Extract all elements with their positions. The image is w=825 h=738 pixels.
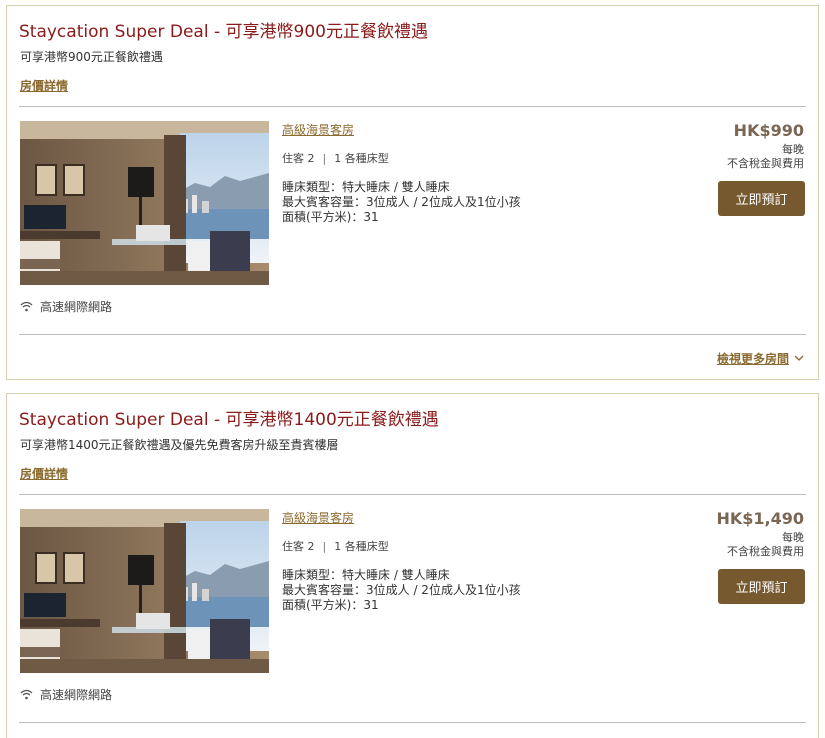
tax-note: 不含稅金與費用 (727, 545, 804, 558)
amenity-item: 高速網際網路 (20, 298, 112, 315)
room-area: 面積(平方米)：31 (282, 598, 379, 612)
room-photo[interactable] (20, 509, 269, 673)
room-area: 面積(平方米)：31 (282, 210, 379, 224)
room-photo[interactable] (20, 121, 269, 285)
wifi-icon (20, 301, 33, 312)
view-more-rooms-link[interactable]: 檢視更多房間 (717, 350, 804, 367)
amenity-label: 高速網際網路 (40, 300, 113, 314)
room-price: HK$1,490 (716, 509, 804, 528)
bed-count: 1 各種床型 (334, 540, 389, 553)
bed-count: 1 各種床型 (334, 152, 389, 165)
view-more-rooms-label: 檢視更多房間 (716, 352, 789, 366)
separator: | (322, 540, 327, 553)
amenity-label: 高速網際網路 (40, 688, 113, 702)
offer-title: Staycation Super Deal - 可享港幣1400元正餐飲禮遇 (19, 410, 439, 430)
divider (19, 494, 806, 495)
guests-count: 住客 2 (282, 152, 315, 165)
offer-card: Staycation Super Deal - 可享港幣900元正餐飲禮遇 可享… (6, 5, 819, 380)
book-now-button[interactable]: 立即預訂 (718, 181, 805, 216)
room-capacity: 住客 2 | 1 各種床型 (282, 150, 389, 166)
divider (19, 334, 806, 335)
room-price: HK$990 (733, 121, 804, 140)
book-now-button[interactable]: 立即預訂 (718, 569, 805, 604)
tax-note: 不含稅金與費用 (727, 157, 804, 170)
separator: | (322, 152, 327, 165)
offer-subtitle: 可享港幣900元正餐飲禮遇 (20, 50, 163, 64)
guests-count: 住客 2 (282, 540, 315, 553)
offer-card: Staycation Super Deal - 可享港幣1400元正餐飲禮遇 可… (6, 393, 819, 738)
offer-title: Staycation Super Deal - 可享港幣900元正餐飲禮遇 (19, 22, 428, 42)
divider (19, 722, 806, 723)
amenity-item: 高速網際網路 (20, 686, 112, 703)
wifi-icon (20, 689, 33, 700)
room-name-link[interactable]: 高級海景客房 (282, 509, 354, 526)
offer-subtitle: 可享港幣1400元正餐飲禮遇及優先免費客房升級至貴賓樓層 (20, 438, 339, 452)
divider (19, 106, 806, 107)
rate-details-link[interactable]: 房價詳情 (20, 465, 68, 482)
room-capacity: 住客 2 | 1 各種床型 (282, 538, 389, 554)
rate-details-link[interactable]: 房價詳情 (20, 77, 68, 94)
chevron-down-icon (794, 355, 804, 361)
room-name-link[interactable]: 高級海景客房 (282, 121, 354, 138)
